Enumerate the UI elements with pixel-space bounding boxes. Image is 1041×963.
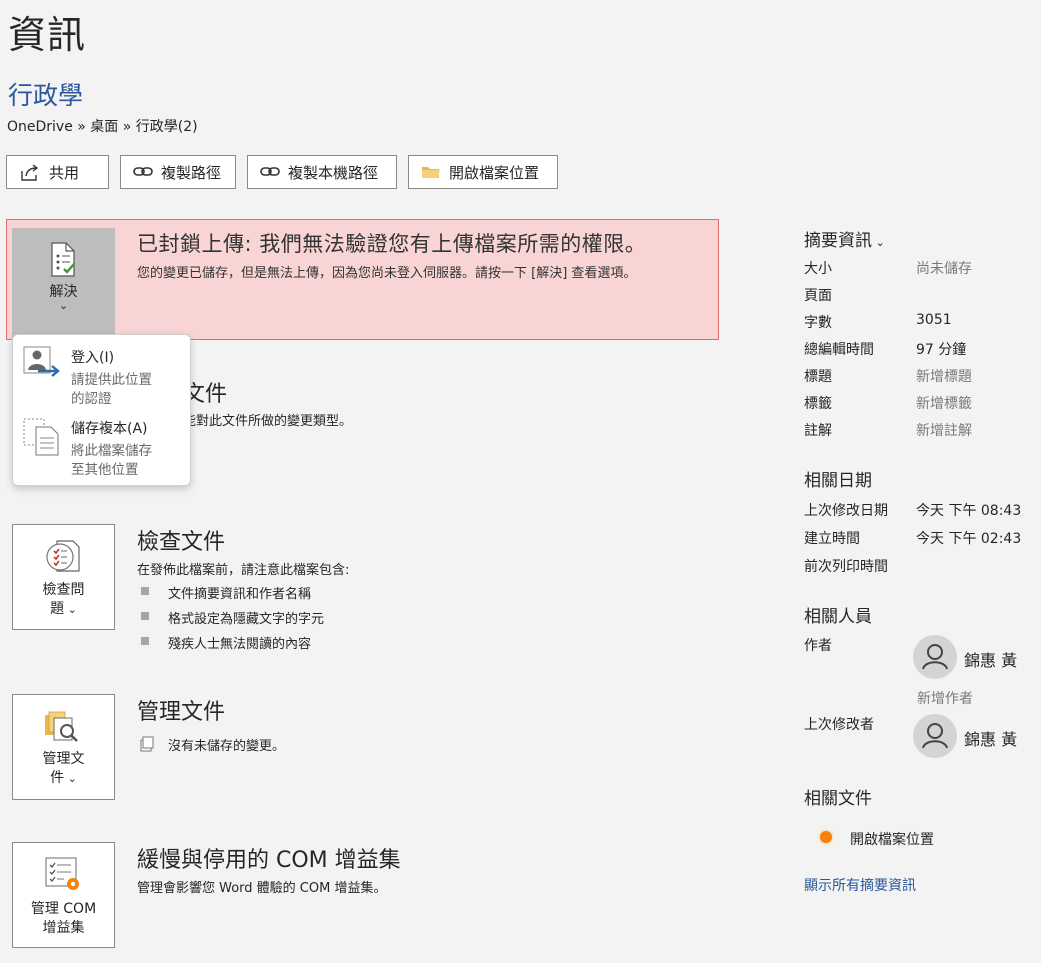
inspect-bullet: 殘疾人士無法閱讀的內容 (168, 637, 312, 652)
warning-description: 您的變更已儲存，但是無法上傳，因為您尚未登入伺服器。請按一下 [解決] 查看選項… (137, 266, 637, 281)
copy-path-label: 複製路徑 (161, 163, 222, 182)
open-file-location-button[interactable]: 開啟檔案位置 (408, 155, 558, 189)
manage-button-label-line2: 件 (50, 770, 65, 786)
copy-path-button[interactable]: 複製路徑 (120, 155, 236, 189)
link-icon (260, 165, 280, 179)
share-icon (19, 162, 41, 182)
bullet-marker (141, 612, 149, 620)
property-label-size: 大小 (804, 261, 832, 277)
add-title-field[interactable]: 新增標題 (916, 366, 972, 386)
user-icon (922, 644, 948, 670)
add-comments-field[interactable]: 新增註解 (916, 420, 972, 440)
date-value-created: 今天 下午 02:43 (916, 531, 1022, 547)
chevron-down-icon: ⌄ (872, 236, 885, 249)
property-value-size: 尚未儲存 (916, 261, 972, 277)
link-icon (133, 165, 153, 179)
related-dates-heading: 相關日期 (804, 471, 872, 491)
breadcrumb[interactable]: OneDrive » 桌面 » 行政學(2) (7, 116, 198, 136)
manage-document-icon (43, 709, 83, 749)
page-title: 資訊 (8, 13, 87, 57)
property-label-edit-time: 總編輯時間 (804, 342, 874, 358)
share-button[interactable]: 共用 (6, 155, 109, 189)
show-all-properties-link[interactable]: 顯示所有摘要資訊 (804, 875, 916, 895)
date-value-modified: 今天 下午 08:43 (916, 503, 1022, 519)
save-copy-icon (23, 418, 61, 460)
manage-button-label-line1: 管理文 (42, 751, 85, 767)
document-check-icon (48, 242, 78, 282)
com-button-label-line1: 管理 COM (30, 901, 97, 917)
manage-document-text: 沒有未儲存的變更。 (168, 739, 286, 754)
date-label-modified: 上次修改日期 (804, 503, 888, 519)
folder-icon (421, 164, 441, 180)
add-tags-field[interactable]: 新增標籤 (916, 393, 972, 413)
save-copy-desc-line2: 至其他位置 (71, 462, 139, 478)
properties-dropdown[interactable]: 摘要資訊 ⌄ (804, 226, 885, 251)
modifier-avatar[interactable] (913, 714, 957, 758)
com-addins-text: 管理會影響您 Word 體驗的 COM 增益集。 (137, 881, 387, 896)
copy-local-path-button[interactable]: 複製本機路徑 (247, 155, 397, 189)
inspect-bullet: 文件摘要資訊和作者名稱 (168, 587, 312, 602)
document-title: 行政學 (8, 81, 84, 110)
sign-in-desc-line1: 請提供此位置 (71, 372, 152, 388)
bullet-marker (141, 587, 149, 595)
bullet-marker (141, 637, 149, 645)
inspect-button-label-line2: 題 (50, 601, 65, 617)
property-label-words: 字數 (804, 315, 832, 331)
manage-document-button[interactable]: 管理文 件 ⌄ (12, 694, 115, 800)
property-label-pages: 頁面 (804, 288, 832, 304)
open-location-label: 開啟檔案位置 (449, 163, 540, 182)
chevron-down-icon: ⌄ (64, 772, 77, 785)
add-author-field[interactable]: 新增作者 (917, 688, 973, 708)
property-label-tags: 標籤 (804, 396, 832, 412)
date-label-printed: 前次列印時間 (804, 559, 888, 575)
resolve-label: 解決 (49, 284, 78, 300)
property-value-edit-time: 97 分鐘 (916, 342, 967, 358)
chevron-down-icon: ⌄ (58, 299, 69, 312)
modifier-name[interactable]: 錦惠 黃 (964, 726, 1017, 750)
resolve-dropdown-menu: 登入(I) 請提供此位置 的認證 儲存複本(A) 將此檔案儲存 至其他位置 (12, 334, 191, 486)
author-label: 作者 (804, 638, 832, 654)
warning-title: 已封鎖上傳: 我們無法驗證您有上傳檔案所需的權限。 (137, 232, 647, 256)
sign-in-title: 登入(I) (71, 350, 115, 366)
addin-settings-icon (44, 856, 84, 898)
copy-local-path-label: 複製本機路徑 (288, 163, 379, 182)
property-label-title: 標題 (804, 369, 832, 385)
user-icon (922, 723, 948, 749)
inspect-bullet: 格式設定為隱藏文字的字元 (168, 612, 325, 627)
sign-in-desc-line2: 的認證 (71, 391, 112, 407)
share-label: 共用 (49, 163, 80, 182)
inspect-button-label-line1: 檢查問 (42, 582, 85, 598)
date-label-created: 建立時間 (804, 531, 860, 547)
property-label-comments: 註解 (804, 423, 832, 439)
com-button-label-line2: 增益集 (42, 920, 85, 936)
inspect-document-title: 檢查文件 (137, 530, 226, 555)
sign-in-menu-item[interactable]: 登入(I) 請提供此位置 的認證 (13, 339, 190, 409)
manage-com-addins-button[interactable]: 管理 COM 增益集 (12, 842, 115, 948)
document-stack-icon (139, 736, 155, 756)
open-location-dot-icon (820, 831, 832, 843)
inspect-document-button[interactable]: 檢查問 題 ⌄ (12, 524, 115, 630)
save-copy-desc-line1: 將此檔案儲存 (71, 443, 152, 459)
resolve-button[interactable]: 解決 ⌄ (12, 228, 115, 338)
properties-heading: 摘要資訊 (804, 231, 872, 251)
related-open-file-location-link[interactable]: 開啟檔案位置 (850, 829, 934, 849)
save-copy-title: 儲存複本(A) (71, 421, 148, 437)
sign-in-user-icon (23, 345, 61, 385)
inspect-document-intro: 在發佈此檔案前，請注意此檔案包含: (137, 563, 350, 578)
inspect-checklist-icon (45, 539, 83, 579)
manage-document-title: 管理文件 (137, 700, 226, 725)
related-documents-heading: 相關文件 (804, 789, 872, 809)
last-modified-by-label: 上次修改者 (804, 717, 874, 733)
author-name[interactable]: 錦惠 黃 (964, 647, 1017, 671)
com-addins-title: 緩慢與停用的 COM 增益集 (137, 848, 401, 873)
chevron-down-icon: ⌄ (64, 603, 77, 616)
property-value-words: 3051 (916, 312, 952, 328)
save-copy-menu-item[interactable]: 儲存複本(A) 將此檔案儲存 至其他位置 (13, 412, 190, 482)
related-people-heading: 相關人員 (804, 607, 872, 627)
protect-document-text: 能對此文件所做的變更類型。 (183, 414, 353, 429)
author-avatar[interactable] (913, 635, 957, 679)
